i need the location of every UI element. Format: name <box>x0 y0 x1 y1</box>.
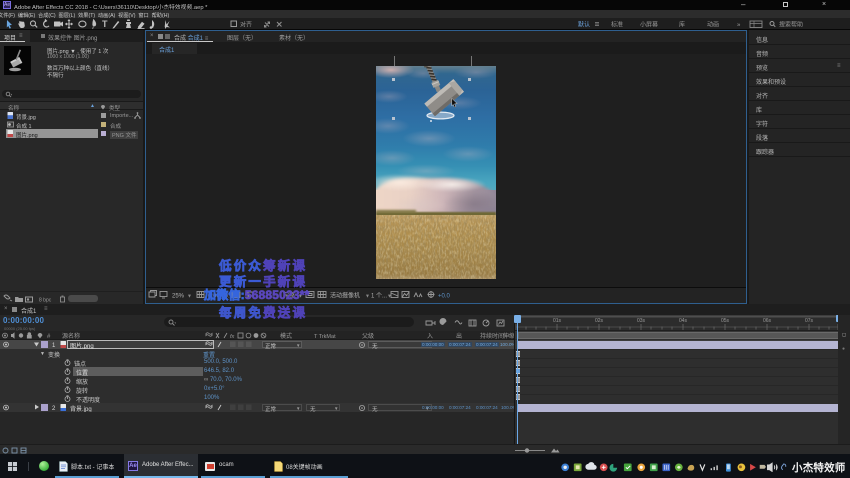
svg-text:▼: ▼ <box>298 294 303 300</box>
svg-text:06s: 06s <box>763 318 772 324</box>
svg-text:动画: 动画 <box>707 22 719 29</box>
svg-text:25%: 25% <box>172 294 185 300</box>
svg-text:出: 出 <box>456 332 462 340</box>
svg-text:8 bpc: 8 bpc <box>39 298 52 304</box>
svg-text:07s: 07s <box>805 318 814 324</box>
svg-text:父级: 父级 <box>362 332 374 340</box>
svg-text:库: 库 <box>679 21 685 29</box>
svg-text:01s: 01s <box>553 318 562 324</box>
svg-text:对齐: 对齐 <box>240 21 252 29</box>
svg-text:04s: 04s <box>679 318 688 324</box>
svg-text:活动摄像机: 活动摄像机 <box>330 292 360 300</box>
svg-text:1 个...: 1 个... <box>371 293 387 300</box>
svg-text:03s: 03s <box>637 318 646 324</box>
svg-text:模式: 模式 <box>280 332 292 340</box>
svg-text:0:00:00:00: 0:00:00:00 <box>208 294 237 300</box>
svg-text:02s: 02s <box>595 318 604 324</box>
svg-text:源名称: 源名称 <box>62 332 80 340</box>
svg-text:05s: 05s <box>721 318 730 324</box>
svg-text:持续时间: 持续时间 <box>480 332 504 340</box>
svg-text:默认: 默认 <box>578 21 590 29</box>
svg-text:完整: 完整 <box>283 292 295 300</box>
svg-text:+0.0: +0.0 <box>438 294 451 300</box>
svg-text:标准: 标准 <box>611 21 623 29</box>
svg-text:▼: ▼ <box>187 294 192 300</box>
svg-text:T: T <box>102 19 108 29</box>
svg-text:伸缩: 伸缩 <box>503 332 514 340</box>
svg-text:搜索帮助: 搜索帮助 <box>779 21 803 29</box>
svg-text:▼: ▼ <box>365 294 370 300</box>
svg-text:小屏幕: 小屏幕 <box>640 21 658 29</box>
svg-text:»: » <box>737 23 741 29</box>
svg-text:入: 入 <box>427 333 433 340</box>
